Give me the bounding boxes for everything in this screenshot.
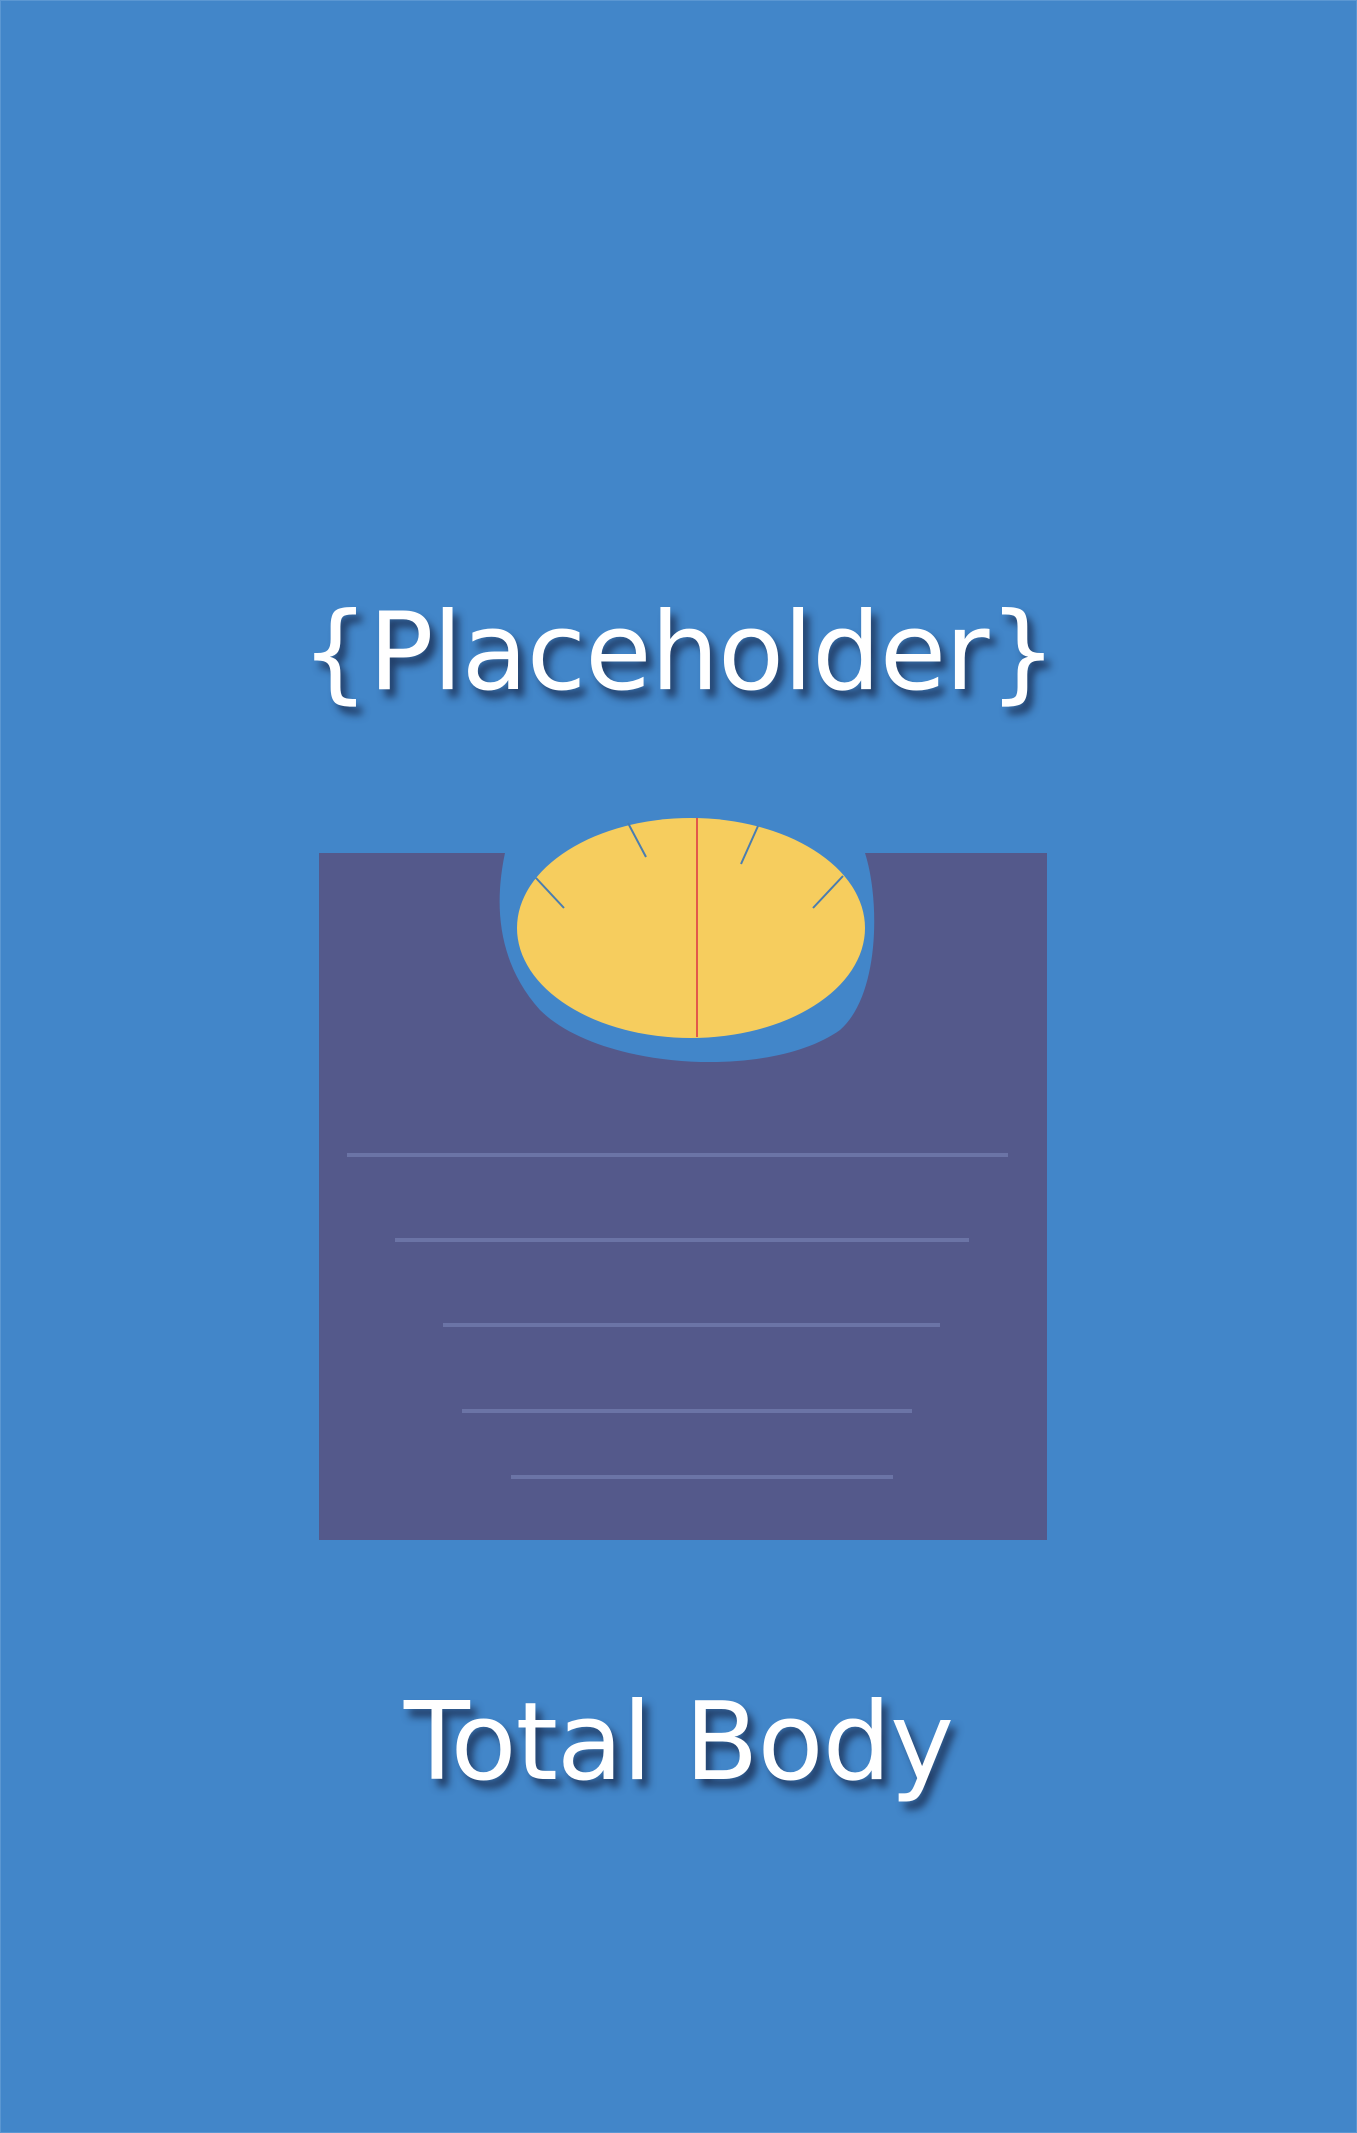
- page-subtitle: Total Body: [403, 1680, 954, 1805]
- bathroom-scale-icon: [319, 818, 1047, 1540]
- dial-face: [517, 818, 865, 1038]
